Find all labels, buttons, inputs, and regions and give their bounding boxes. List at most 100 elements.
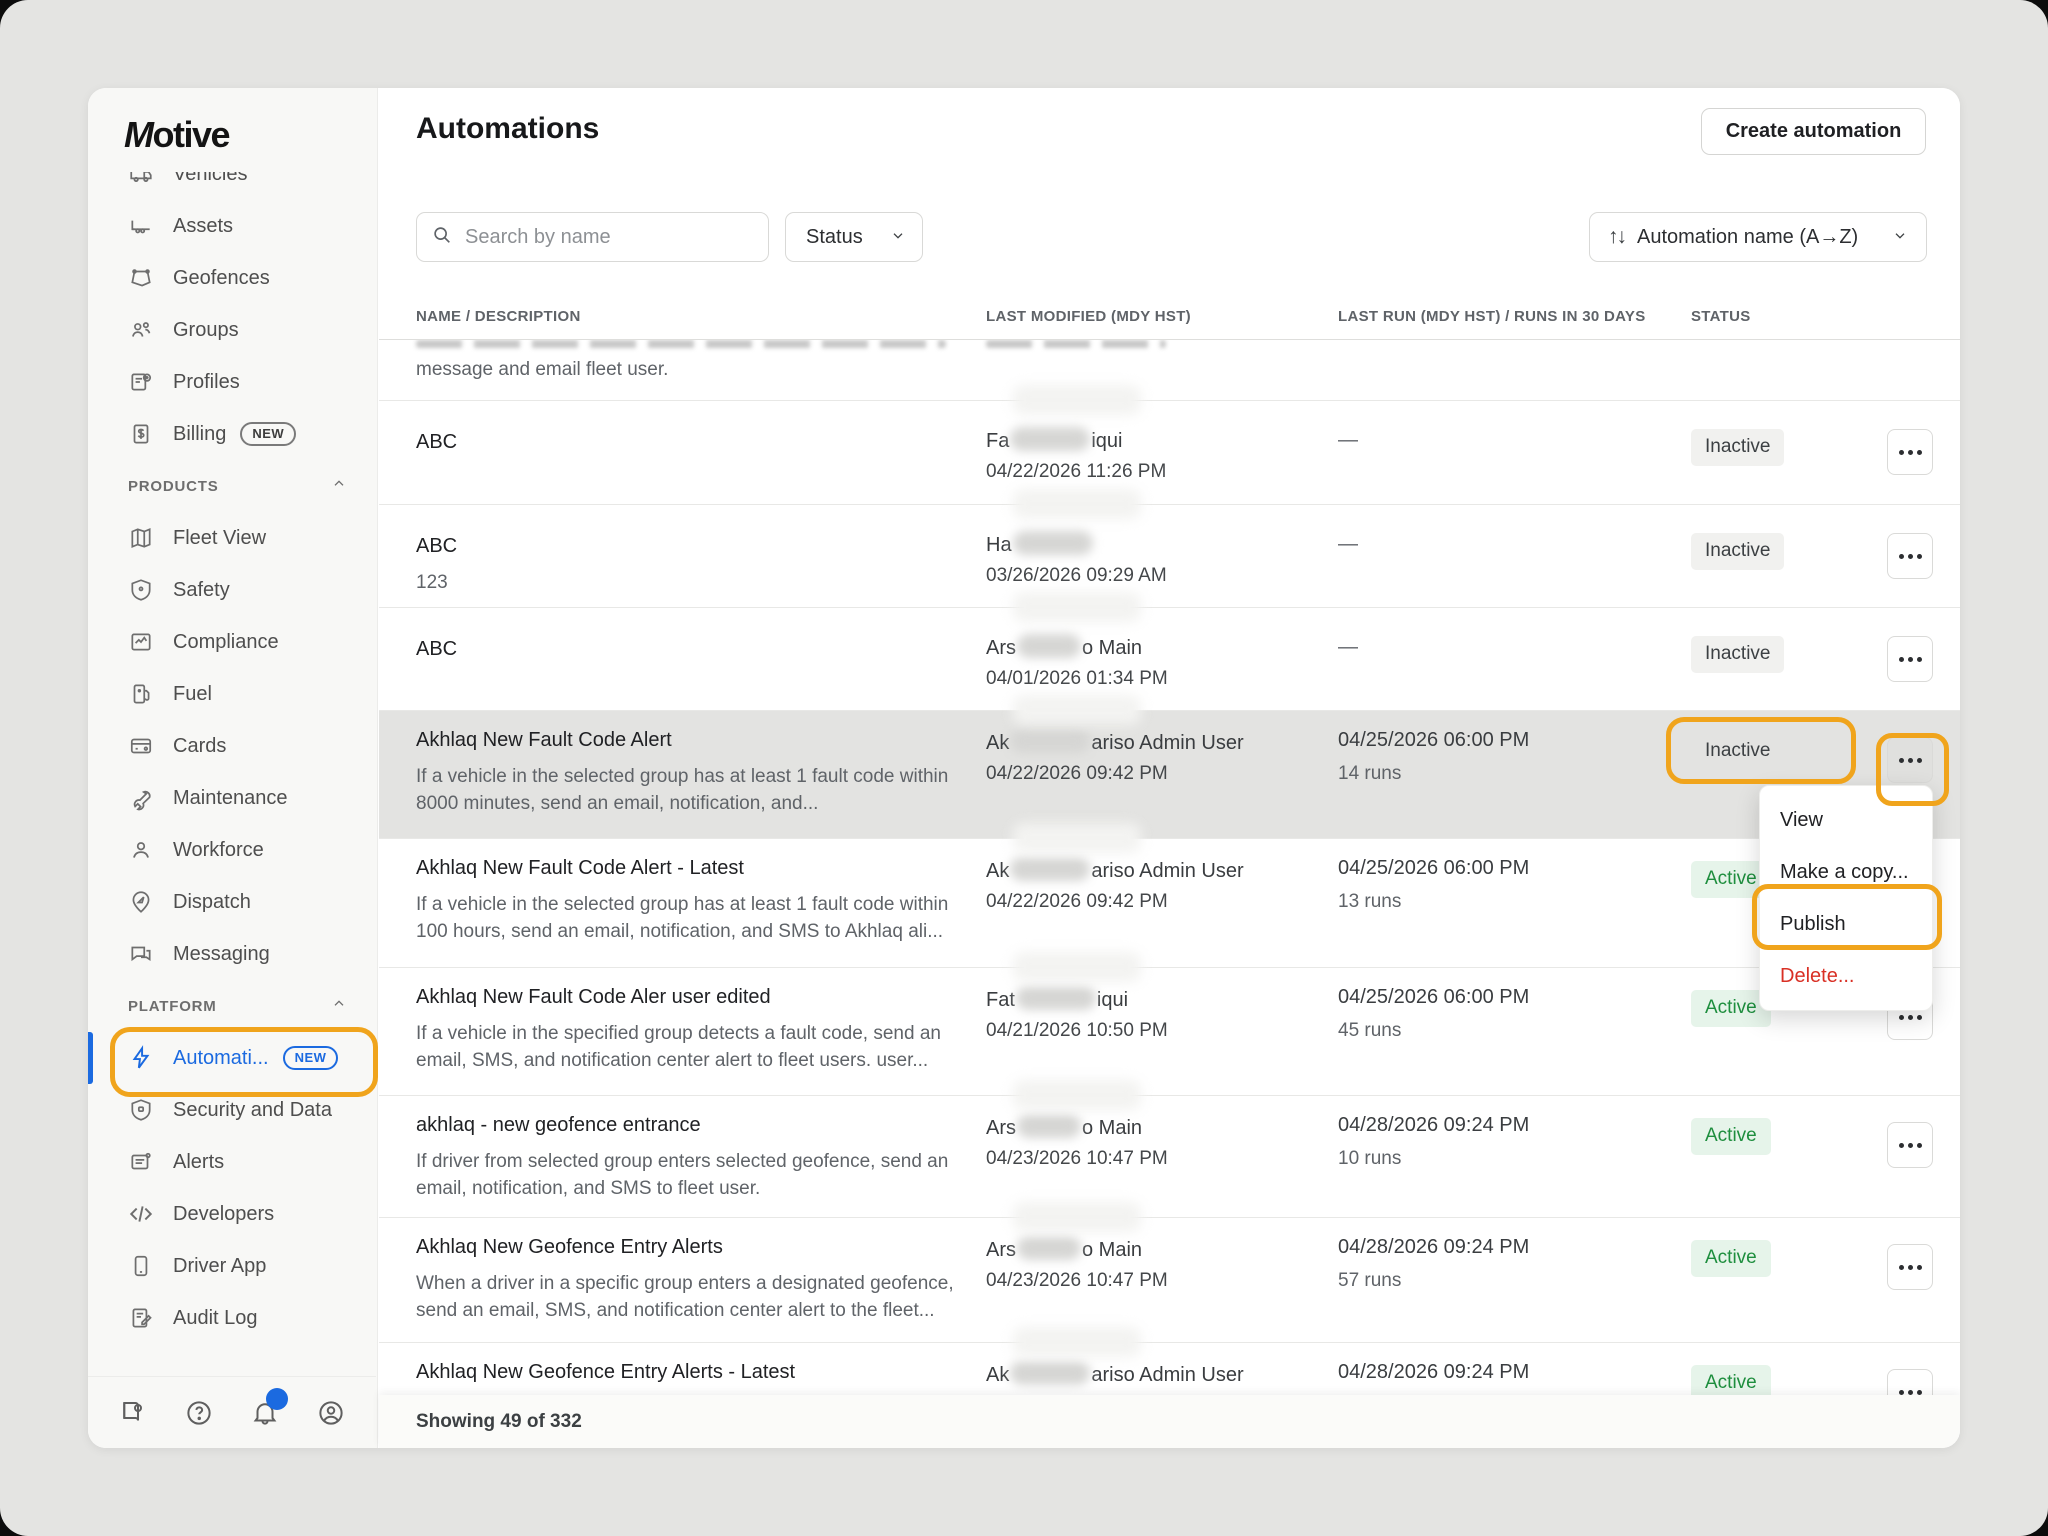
phone-icon bbox=[128, 1253, 154, 1279]
status-badge: Inactive bbox=[1691, 636, 1784, 673]
status-badge: Active bbox=[1691, 1118, 1771, 1155]
motive-logo: Motive bbox=[124, 114, 229, 156]
sidebar-item-compliance[interactable]: Compliance bbox=[88, 616, 377, 668]
row-actions-button[interactable] bbox=[1887, 429, 1933, 475]
row-modified-by: Akariso Admin User bbox=[986, 857, 1326, 883]
row-actions-button[interactable] bbox=[1887, 1369, 1933, 1395]
sidebar-item-maintenance[interactable]: Maintenance bbox=[88, 772, 377, 824]
row-modified-by: Akariso Admin User bbox=[986, 729, 1326, 755]
sidebar-item-assets[interactable]: Assets bbox=[88, 200, 377, 252]
row-actions-button[interactable] bbox=[1887, 1122, 1933, 1168]
map-book-icon[interactable] bbox=[116, 1396, 150, 1430]
sidebar-item-messaging[interactable]: Messaging bbox=[88, 928, 377, 980]
table-row[interactable]: message and email fleet user. bbox=[379, 340, 1960, 400]
sidebar-item-alerts[interactable]: Alerts bbox=[88, 1136, 377, 1188]
sidebar-item-label: Vehicles bbox=[173, 172, 248, 186]
redacted-text bbox=[1013, 489, 1141, 519]
chevron-up-icon bbox=[331, 476, 347, 497]
sidebar-item-driver-app[interactable]: Driver App bbox=[88, 1240, 377, 1292]
row-last-run: — bbox=[1338, 533, 1678, 556]
sidebar-item-geofences[interactable]: Geofences bbox=[88, 252, 377, 304]
lightning-icon bbox=[128, 1045, 154, 1071]
sidebar-item-fuel[interactable]: Fuel bbox=[88, 668, 377, 720]
row-runs-count: 45 runs bbox=[1338, 1020, 1678, 1042]
sidebar-item-security-and-data[interactable]: Security and Data bbox=[88, 1084, 377, 1136]
notifications-bell-icon[interactable] bbox=[248, 1396, 282, 1430]
row-modified-by: Arso Main bbox=[986, 1236, 1326, 1262]
row-name: Akhlaq New Fault Code Alert bbox=[416, 729, 968, 752]
status-filter-dropdown[interactable]: Status bbox=[785, 212, 923, 262]
row-last-run: — bbox=[1338, 636, 1678, 659]
row-modified-by: Akariso Admin User bbox=[986, 1361, 1326, 1387]
account-icon[interactable] bbox=[314, 1396, 348, 1430]
sidebar-item-fleet-view[interactable]: Fleet View bbox=[88, 512, 377, 564]
sidebar-item-label: Audit Log bbox=[173, 1307, 258, 1330]
sidebar-item-dispatch[interactable]: Dispatch bbox=[88, 876, 377, 928]
table-row[interactable]: akhlaq - new geofence entrance If driver… bbox=[379, 1095, 1960, 1217]
row-actions-button[interactable] bbox=[1887, 1244, 1933, 1290]
sidebar-item-label: Fuel bbox=[173, 683, 212, 706]
sidebar-item-developers[interactable]: Developers bbox=[88, 1188, 377, 1240]
table-row[interactable]: Akhlaq New Fault Code Alert - Latest If … bbox=[379, 838, 1960, 967]
sidebar-item-vehicles[interactable]: Vehicles bbox=[88, 172, 377, 200]
create-automation-button[interactable]: Create automation bbox=[1701, 108, 1926, 155]
table-row[interactable]: Akhlaq New Fault Code Aler user edited I… bbox=[379, 967, 1960, 1095]
table-row[interactable]: ABC Faiqui 04/22/2026 11:26 PM — Inactiv… bbox=[379, 400, 1960, 504]
showing-count: Showing 49 of 332 bbox=[416, 1411, 582, 1433]
row-description: If a vehicle in the specified group dete… bbox=[416, 1020, 968, 1074]
sidebar-item-safety[interactable]: Safety bbox=[88, 564, 377, 616]
search-box[interactable] bbox=[416, 212, 769, 262]
row-modified-by: Faiqui bbox=[986, 427, 1326, 453]
row-name: ABC bbox=[416, 431, 968, 454]
table-header: NAME / DESCRIPTION LAST MODIFIED (MDY HS… bbox=[379, 300, 1960, 340]
section-platform[interactable]: PLATFORM bbox=[88, 980, 377, 1032]
new-badge: NEW bbox=[283, 1046, 339, 1070]
sidebar-item-label: Dispatch bbox=[173, 891, 251, 914]
search-icon bbox=[431, 224, 453, 251]
map-icon bbox=[128, 525, 154, 551]
app-card: Motive Vehicles Assets bbox=[88, 88, 1960, 1448]
sidebar-item-label: Cards bbox=[173, 735, 226, 758]
row-modified-by: Arso Main bbox=[986, 1114, 1326, 1140]
table-row[interactable]: Akhlaq New Geofence Entry Alerts When a … bbox=[379, 1217, 1960, 1342]
app-window: Motive Vehicles Assets bbox=[0, 0, 2048, 1536]
section-products[interactable]: PRODUCTS bbox=[88, 460, 377, 512]
sidebar-footer bbox=[88, 1376, 376, 1448]
menu-item-make-a-copy[interactable]: Make a copy... bbox=[1760, 846, 1932, 898]
row-name: akhlaq - new geofence entrance bbox=[416, 1114, 968, 1137]
redacted-name bbox=[1017, 1236, 1081, 1260]
redacted-text bbox=[1013, 592, 1141, 622]
sidebar-item-billing[interactable]: Billing NEW bbox=[88, 408, 377, 460]
table-row[interactable]: ABC Arso Main 04/01/2026 01:34 PM — Inac… bbox=[379, 607, 1960, 710]
row-actions-button[interactable] bbox=[1887, 737, 1933, 783]
row-actions-button[interactable] bbox=[1887, 533, 1933, 579]
table-row[interactable]: Akhlaq New Geofence Entry Alerts - Lates… bbox=[379, 1342, 1960, 1395]
sidebar-item-groups[interactable]: Groups bbox=[88, 304, 377, 356]
menu-item-view[interactable]: View bbox=[1760, 794, 1932, 846]
wrench-icon bbox=[128, 785, 154, 811]
sort-dropdown[interactable]: ↑↓ Automation name (A→Z) bbox=[1589, 212, 1927, 262]
sidebar-item-workforce[interactable]: Workforce bbox=[88, 824, 377, 876]
redacted-text bbox=[1013, 1080, 1141, 1110]
sidebar-item-automations[interactable]: Automati... NEW bbox=[88, 1032, 377, 1084]
row-description: If a vehicle in the selected group has a… bbox=[416, 891, 968, 945]
row-actions-button[interactable] bbox=[1887, 636, 1933, 682]
table-row[interactable]: ABC 123 Ha 03/26/2026 09:29 AM — Inactiv… bbox=[379, 504, 1960, 607]
row-name: Akhlaq New Geofence Entry Alerts bbox=[416, 1236, 968, 1259]
row-runs-count: 57 runs bbox=[1338, 1270, 1678, 1292]
sidebar-item-cards[interactable]: Cards bbox=[88, 720, 377, 772]
menu-item-delete[interactable]: Delete... bbox=[1760, 950, 1932, 1002]
menu-item-publish[interactable]: Publish bbox=[1760, 898, 1932, 950]
help-icon[interactable] bbox=[182, 1396, 216, 1430]
table-row-selected[interactable]: Akhlaq New Fault Code Alert If a vehicle… bbox=[379, 710, 1960, 838]
row-modified-date: 04/22/2026 11:26 PM bbox=[986, 461, 1326, 483]
row-last-run: — bbox=[1338, 429, 1678, 452]
sidebar-item-audit-log[interactable]: Audit Log bbox=[88, 1292, 377, 1344]
redacted-text bbox=[1013, 823, 1141, 853]
search-input[interactable] bbox=[465, 226, 754, 249]
sidebar-item-profiles[interactable]: Profiles bbox=[88, 356, 377, 408]
fuel-pump-icon bbox=[128, 681, 154, 707]
status-badge: Inactive bbox=[1691, 429, 1784, 466]
row-last-run: 04/25/2026 06:00 PM bbox=[1338, 729, 1678, 752]
sidebar-item-label: Profiles bbox=[173, 371, 240, 394]
